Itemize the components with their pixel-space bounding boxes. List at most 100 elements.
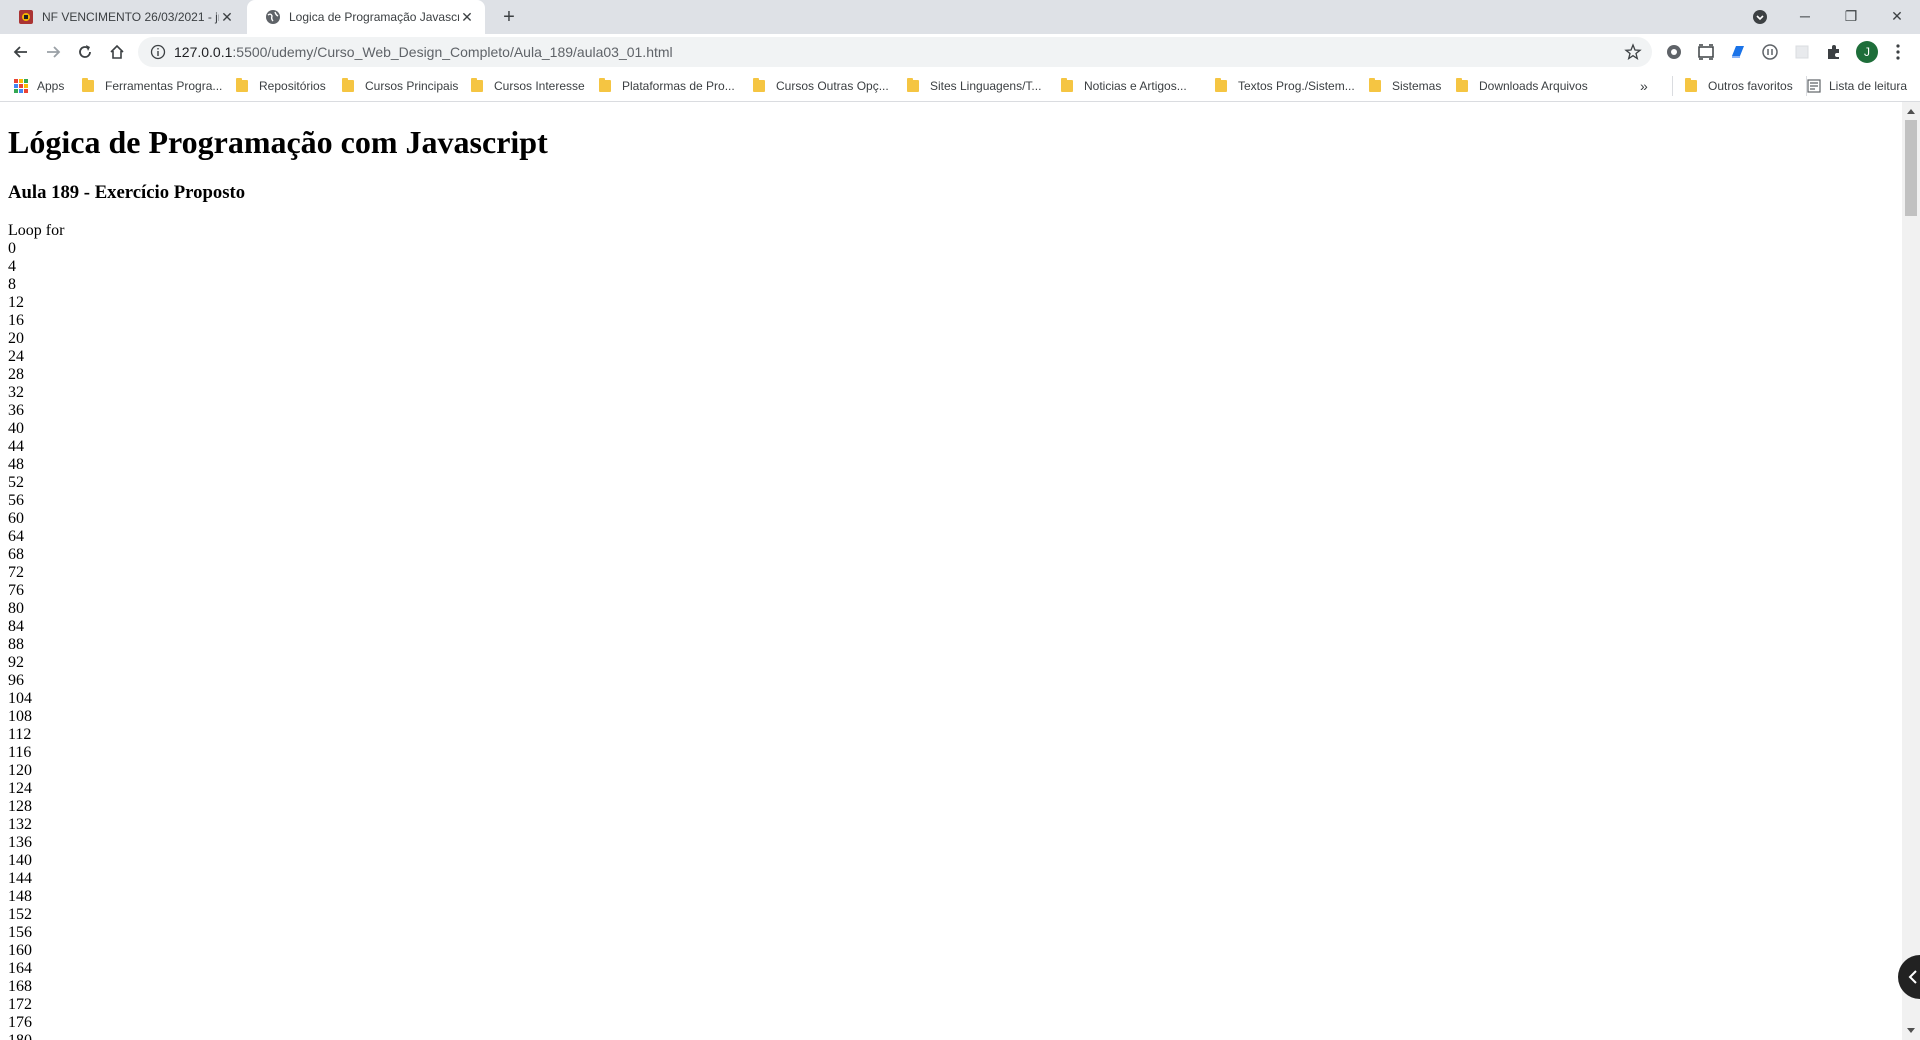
scroll-up-icon[interactable]: [1902, 104, 1920, 118]
folder-icon: [82, 78, 94, 92]
reload-icon[interactable]: [71, 38, 99, 66]
other-bookmarks[interactable]: Outros favoritos: [1672, 76, 1793, 96]
scroll-down-icon[interactable]: [1902, 1024, 1920, 1038]
bookmark-folder[interactable]: Downloads Arquivos: [1456, 70, 1588, 102]
bookmark-folder[interactable]: Sites Linguagens/T...: [907, 70, 1041, 102]
folder-icon: [1685, 78, 1697, 92]
loop-label: Loop for: [8, 222, 65, 239]
chevron-left-icon: [1908, 970, 1917, 984]
folder-icon: [471, 78, 483, 92]
site-info-icon[interactable]: [150, 44, 166, 60]
output-line: 76: [8, 582, 24, 599]
folder-icon: [236, 78, 248, 92]
output-line: 56: [8, 492, 24, 509]
output-line: 28: [8, 366, 24, 383]
close-window-button[interactable]: ✕: [1874, 0, 1920, 32]
tab-strip: NF VENCIMENTO 26/03/2021 - jr ✕ Logica d…: [0, 0, 1920, 34]
tab-logica-programacao[interactable]: Logica de Programação Javascript ✕: [247, 0, 485, 34]
output-line: 32: [8, 384, 24, 401]
extension-circle-icon[interactable]: [1760, 42, 1780, 62]
folder-icon: [599, 78, 611, 92]
minimize-button[interactable]: ─: [1782, 0, 1828, 32]
output-line: 24: [8, 348, 24, 365]
new-tab-button[interactable]: +: [497, 5, 521, 29]
output-line: 4: [8, 258, 16, 275]
output-line: 164: [8, 960, 32, 977]
output-line: 36: [8, 402, 24, 419]
bookmark-folder[interactable]: Cursos Principais: [342, 70, 458, 102]
output-line: 48: [8, 456, 24, 473]
output-line: 64: [8, 528, 24, 545]
bookmark-folder[interactable]: Sistemas: [1369, 70, 1441, 102]
tab-close-icon[interactable]: ✕: [219, 9, 235, 25]
bookmark-apps[interactable]: Apps: [14, 70, 64, 102]
page-subheading: Aula 189 - Exercício Proposto: [8, 182, 246, 203]
tab-title: Logica de Programação Javascript: [289, 10, 459, 24]
output-line: 92: [8, 654, 24, 671]
bookmark-folder[interactable]: Cursos Outras Opç...: [753, 70, 889, 102]
reading-list-icon: [1807, 79, 1821, 93]
bookmark-folder[interactable]: Textos Prog./Sistem...: [1215, 70, 1355, 102]
output-line: 0: [8, 240, 16, 257]
output-line: 176: [8, 1014, 32, 1031]
tab-nf-vencimento[interactable]: NF VENCIMENTO 26/03/2021 - jr ✕: [0, 0, 245, 34]
output-line: 108: [8, 708, 32, 725]
output-line: 144: [8, 870, 32, 887]
output-line: 8: [8, 276, 16, 293]
folder-icon: [342, 78, 354, 92]
bookmark-folder[interactable]: Cursos Interesse: [471, 70, 585, 102]
page-content: Lógica de Programação com Javascript Aul…: [0, 102, 1902, 1040]
output-line: 20: [8, 330, 24, 347]
output-line: 80: [8, 600, 24, 617]
extension-square-icon[interactable]: [1792, 42, 1812, 62]
output-line: 152: [8, 906, 32, 923]
output-line: 12: [8, 294, 24, 311]
output-line: 124: [8, 780, 32, 797]
bookmarks-bar: Apps Ferramentas Progra... Repositórios …: [0, 70, 1920, 102]
tab-search-icon[interactable]: [1750, 7, 1770, 27]
output-line: 128: [8, 798, 32, 815]
forward-icon[interactable]: [39, 38, 67, 66]
extension-gear-icon[interactable]: [1664, 42, 1684, 62]
folder-icon: [907, 78, 919, 92]
page-heading: Lógica de Programação com Javascript: [8, 124, 548, 160]
maximize-button[interactable]: ❐: [1828, 0, 1874, 32]
pdf-favicon-icon: [18, 9, 34, 25]
reading-list[interactable]: Lista de leitura: [1806, 76, 1907, 96]
page-scrollbar[interactable]: [1902, 102, 1920, 1040]
loop-output: Loop for 0 4 8 12 16 20 24 28 32 36 40 44 48 52 56 60 64…: [8, 222, 65, 1040]
output-line: 68: [8, 546, 24, 563]
output-line: 44: [8, 438, 24, 455]
bookmarks-overflow-button[interactable]: »: [1640, 70, 1648, 102]
bookmark-star-icon[interactable]: [1624, 43, 1642, 61]
screenshot-extension-icon[interactable]: [1696, 42, 1716, 62]
output-line: 136: [8, 834, 32, 851]
apps-grid-icon: [14, 79, 28, 93]
output-line: 72: [8, 564, 24, 581]
bookmark-folder[interactable]: Repositórios: [236, 70, 326, 102]
address-bar[interactable]: 127.0.0.1:5500/udemy/Curso_Web_Design_Co…: [138, 37, 1652, 67]
bookmark-folder[interactable]: Plataformas de Pro...: [599, 70, 735, 102]
scroll-thumb[interactable]: [1905, 120, 1917, 216]
folder-icon: [1215, 78, 1227, 92]
output-line: 116: [8, 744, 32, 761]
tab-title: NF VENCIMENTO 26/03/2021 - jr: [42, 10, 219, 24]
profile-avatar[interactable]: J: [1856, 41, 1878, 63]
output-line: 84: [8, 618, 24, 635]
output-line: 60: [8, 510, 24, 527]
output-line: 16: [8, 312, 24, 329]
menu-kebab-icon[interactable]: [1888, 42, 1908, 62]
extension-book-icon[interactable]: [1728, 42, 1748, 62]
output-line: 180: [8, 1032, 64, 1040]
extensions-puzzle-icon[interactable]: [1824, 42, 1844, 62]
output-line: 104: [8, 690, 32, 707]
folder-icon: [1456, 78, 1468, 92]
bookmark-folder[interactable]: Ferramentas Progra...: [82, 70, 222, 102]
output-line: 40: [8, 420, 24, 437]
output-line: 156: [8, 924, 32, 941]
bookmark-folder[interactable]: Noticias e Artigos...: [1061, 70, 1187, 102]
folder-icon: [753, 78, 765, 92]
tab-close-icon[interactable]: ✕: [459, 9, 475, 25]
home-icon[interactable]: [103, 38, 131, 66]
back-icon[interactable]: [7, 38, 35, 66]
